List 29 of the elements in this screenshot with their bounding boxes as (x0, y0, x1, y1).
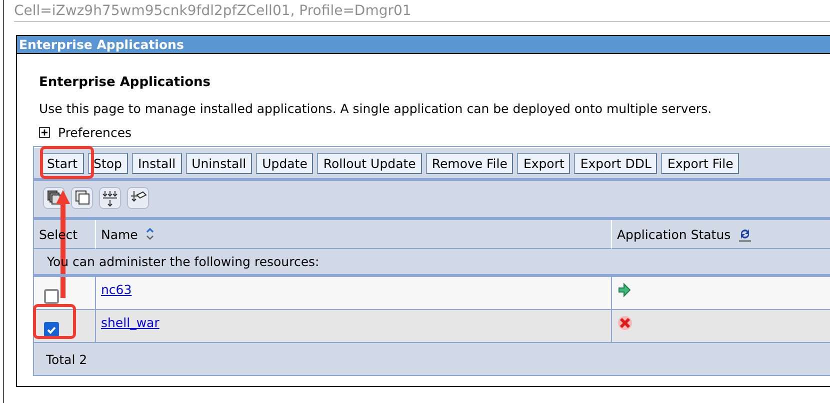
arrow-eraser-icon[interactable] (127, 187, 149, 209)
application-link[interactable]: shell_war (101, 315, 160, 330)
expand-icon[interactable] (39, 127, 50, 138)
action-button[interactable]: Remove File (426, 153, 514, 174)
action-button[interactable]: Export DDL (574, 153, 658, 174)
sort-icon[interactable] (144, 227, 156, 241)
highlight-box (40, 146, 94, 179)
row-checkbox[interactable] (44, 289, 59, 304)
action-button[interactable]: Stop (88, 153, 128, 174)
preferences-toggle[interactable]: Preferences (58, 125, 132, 140)
action-button[interactable]: Install (132, 153, 182, 174)
row-checkbox[interactable] (44, 322, 59, 337)
page-heading: Enterprise Applications (39, 75, 212, 90)
column-header: Name (101, 226, 138, 242)
breadcrumb: Cell=iZwz9h75wm95cnk9fdl2pfZCell01, Profile=Dmgr01 (14, 0, 830, 22)
action-button[interactable]: Rollout Update (317, 153, 422, 174)
action-button[interactable]: Export File (661, 153, 740, 174)
page-description: Use this page to manage installed applications. A single application can be deployed onto multiple servers. (39, 101, 713, 116)
panel-title: Enterprise Applications (17, 36, 830, 54)
action-button[interactable]: Uninstall (186, 153, 252, 174)
action-button[interactable]: Update (256, 153, 314, 174)
action-button[interactable]: Export (517, 153, 570, 174)
squares-icon[interactable] (71, 187, 93, 209)
total-count: Total 2 (45, 351, 88, 369)
column-header: Application Status (617, 226, 731, 242)
action-button[interactable]: Start (41, 153, 84, 174)
application-link[interactable]: nc63 (101, 282, 132, 297)
highlight-box (33, 304, 76, 339)
arrows-down-icon[interactable] (99, 187, 121, 209)
